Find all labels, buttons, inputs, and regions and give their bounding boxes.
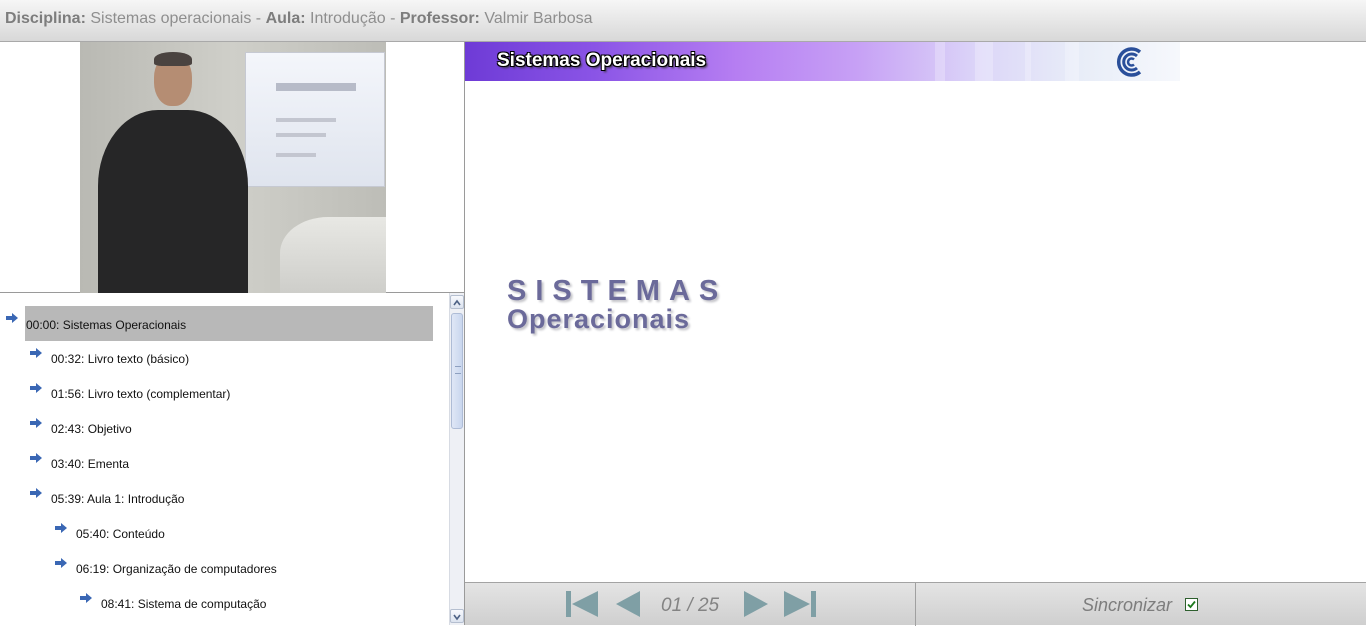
slide-controls: 01 / 25 Sincronizar — [465, 582, 1366, 626]
toc-list: 00:00: Sistemas Operacionais 00:32: Livro… — [0, 303, 448, 618]
toc-item-label: 03:40: Ementa — [51, 457, 130, 471]
last-slide-button[interactable] — [783, 589, 817, 619]
toc-item-label: 01:56: Livro texto (complementar) — [51, 387, 231, 401]
toc-item-label: 06:19: Organização de computadores — [76, 562, 277, 576]
professor-label: Professor: — [399, 10, 480, 27]
scroll-thumb[interactable] — [451, 313, 463, 429]
left-pane: 00:00: Sistemas Operacionais 00:32: Livro… — [0, 42, 465, 625]
arrow-right-icon — [30, 383, 42, 393]
discipline-value: Sistemas operacionais — [90, 10, 252, 27]
slide-heading-line2: Operacionais — [507, 304, 691, 334]
scroll-down-button[interactable] — [450, 609, 464, 623]
header-separator: - — [255, 10, 262, 27]
toc-item-label: 02:43: Objetivo — [51, 422, 132, 436]
presenter-body — [98, 110, 248, 293]
header-separator: - — [390, 10, 396, 27]
scroll-up-button[interactable] — [450, 295, 464, 309]
discipline-label: Disciplina: — [5, 10, 86, 27]
sync-label: Sincronizar — [1082, 595, 1173, 615]
video-player[interactable] — [80, 42, 386, 293]
arrow-right-icon — [30, 418, 42, 428]
lesson-header: Disciplina: Sistemas operacionais - Aula… — [0, 0, 1366, 42]
slide-view: Sistemas Operacionais SISTEMAS Operacion… — [465, 42, 1366, 582]
lesson-value: Introdução — [310, 10, 386, 27]
skip-last-icon — [784, 591, 816, 617]
toc-item-label: 05:40: Conteúdo — [76, 527, 165, 541]
arrow-right-icon — [55, 558, 67, 568]
arrow-right-icon — [30, 488, 42, 498]
professor-value: Valmir Barbosa — [484, 10, 593, 27]
toc-item-label: 05:39: Aula 1: Introdução — [51, 492, 185, 506]
presenter-hair — [154, 52, 192, 66]
next-slide-button[interactable] — [740, 589, 774, 619]
slide-banner-title: Sistemas Operacionais — [497, 50, 707, 71]
chevron-up-icon — [453, 299, 461, 306]
control-divider — [915, 583, 916, 626]
toc-scrollbar[interactable] — [449, 293, 464, 625]
projected-slide — [245, 52, 385, 187]
arrow-right-icon — [30, 453, 42, 463]
toc-item[interactable]: 05:40: Conteúdo — [0, 513, 448, 548]
toc-item[interactable]: 08:41: Sistema de computação — [0, 583, 448, 618]
chevron-down-icon — [453, 614, 461, 621]
toc-item[interactable]: 02:43: Objetivo — [0, 408, 448, 443]
toc-item[interactable]: 01:56: Livro texto (complementar) — [0, 373, 448, 408]
arrow-right-icon — [80, 593, 92, 603]
toc-item[interactable]: 05:39: Aula 1: Introdução — [0, 478, 448, 513]
toc-item-label: 00:00: Sistemas Operacionais — [26, 318, 187, 332]
cederj-logo-icon — [1116, 47, 1142, 77]
page-counter: 01 / 25 — [661, 595, 720, 616]
arrow-right-icon — [6, 313, 18, 323]
arrow-right-icon — [55, 523, 67, 533]
arrow-right-icon — [30, 348, 42, 358]
table-of-contents: 00:00: Sistemas Operacionais 00:32: Livro… — [0, 293, 464, 625]
slide-banner: Sistemas Operacionais — [465, 42, 1180, 81]
lesson-label: Aula: — [265, 10, 306, 27]
next-icon — [744, 591, 768, 617]
toc-item[interactable]: 00:32: Livro texto (básico) — [0, 338, 448, 373]
toc-item[interactable]: 03:40: Ementa — [0, 443, 448, 478]
checkmark-icon — [1187, 600, 1196, 609]
toc-item[interactable]: 06:19: Organização de computadores — [0, 548, 448, 583]
toc-item[interactable]: 00:00: Sistemas Operacionais — [0, 303, 448, 341]
skip-first-icon — [566, 591, 598, 617]
slide-heading: SISTEMAS Operacionais — [507, 275, 727, 335]
sync-checkbox[interactable] — [1185, 598, 1198, 611]
video-area — [0, 42, 464, 293]
monitor-shape — [280, 217, 386, 293]
toc-item-label: 00:32: Livro texto (básico) — [51, 352, 190, 366]
first-slide-button[interactable] — [565, 589, 599, 619]
toc-item-label: 08:41: Sistema de computação — [101, 597, 267, 611]
previous-slide-button[interactable] — [612, 589, 646, 619]
previous-icon — [616, 591, 640, 617]
